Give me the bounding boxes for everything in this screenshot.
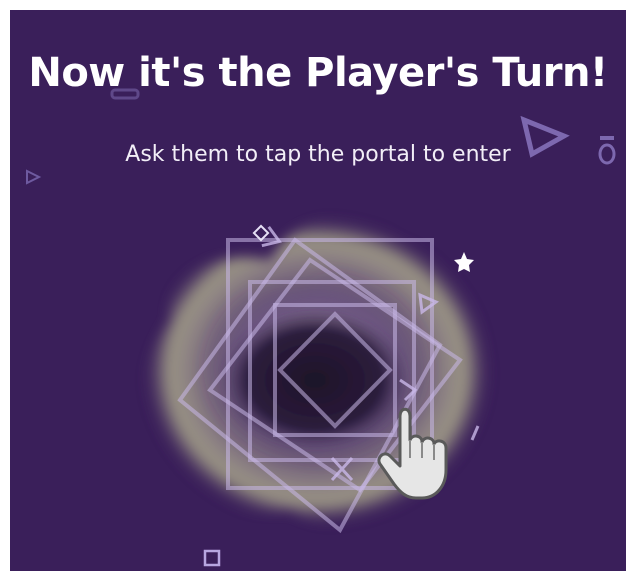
portal-icon[interactable]	[100, 190, 520, 550]
game-screen: Now it's the Player's Turn! Ask them to …	[10, 10, 626, 571]
small-triangle-icon	[26, 169, 42, 185]
instruction-text: Ask them to tap the portal to enter	[125, 142, 511, 167]
title-heading: Now it's the Player's Turn!	[28, 50, 608, 96]
square-outline-icon	[203, 549, 221, 567]
